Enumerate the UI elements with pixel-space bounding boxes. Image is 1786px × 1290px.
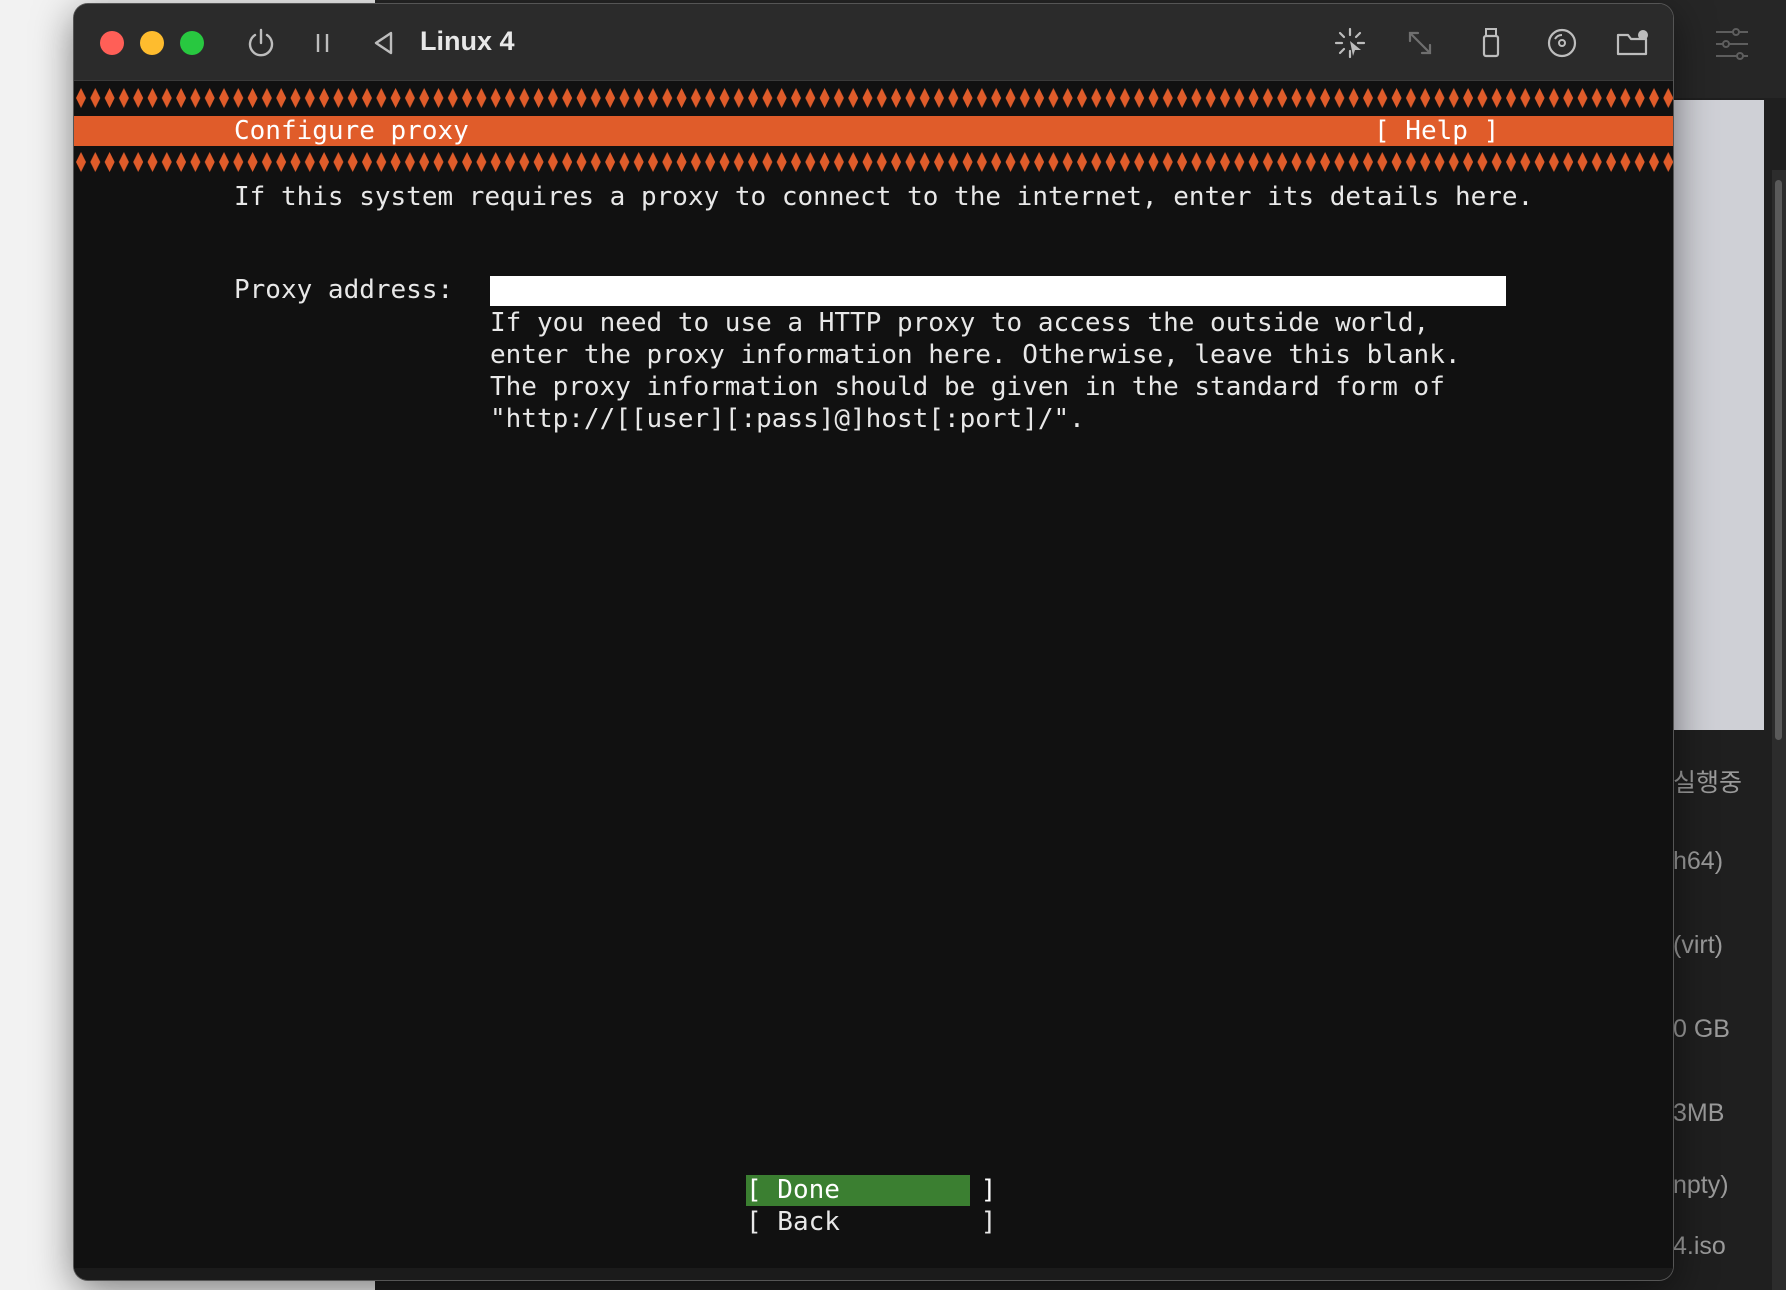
- window-title: Linux 4: [420, 26, 515, 56]
- done-button[interactable]: [ Done ]: [746, 1175, 996, 1206]
- proxy-help-line: enter the proxy information here. Otherw…: [490, 340, 1461, 370]
- window-bottom-edge: [74, 1268, 1673, 1280]
- help-button[interactable]: [ Help ]: [1374, 116, 1499, 146]
- proxy-address-input[interactable]: [490, 276, 1506, 306]
- maximize-window-button[interactable]: [180, 31, 204, 55]
- background-disk-text: 0 GB: [1673, 1015, 1730, 1043]
- back-button[interactable]: [ Back ]: [746, 1207, 996, 1238]
- vm-window: Linux 4 Configure proxy [Help] If this…: [74, 4, 1673, 1280]
- settings-sliders-icon[interactable]: [1714, 24, 1750, 64]
- terminal-screen[interactable]: Configure proxy [ Help ] If this system …: [74, 81, 1673, 1271]
- decorative-diamond-border-bottom: [74, 151, 1673, 173]
- background-status-text: 실행중: [1673, 769, 1743, 797]
- intro-text: If this system requires a proxy to conne…: [234, 182, 1534, 212]
- shared-folder-icon[interactable]: [1615, 26, 1649, 60]
- capture-cursor-icon[interactable]: [1333, 26, 1367, 60]
- proxy-format-line: The proxy information should be given in…: [490, 372, 1445, 402]
- proxy-format-line: "http://[[user][:pass]@]host[:port]/".: [490, 404, 1085, 434]
- close-window-button[interactable]: [100, 31, 124, 55]
- page-title: Configure proxy: [234, 116, 469, 146]
- pause-icon[interactable]: [306, 26, 340, 60]
- window-titlebar: Linux 4: [74, 4, 1673, 81]
- minimize-window-button[interactable]: [140, 31, 164, 55]
- proxy-help-text: If you need to use a HTTP proxy to acces…: [490, 307, 1461, 371]
- proxy-address-label: Proxy address:: [234, 275, 454, 305]
- resize-icon[interactable]: [1403, 26, 1437, 60]
- usb-icon[interactable]: [1474, 26, 1508, 60]
- cd-dvd-icon[interactable]: [1545, 26, 1579, 60]
- background-memory-text: 3MB: [1673, 1099, 1725, 1127]
- background-drive-text: npty): [1673, 1171, 1729, 1199]
- background-scrollbar[interactable]: [1772, 170, 1786, 1290]
- power-icon[interactable]: [244, 26, 278, 60]
- installer-header-bar: Configure proxy [ Help ]: [74, 116, 1673, 146]
- proxy-format-text: The proxy information should be given in…: [490, 371, 1445, 435]
- background-iso-text: 4.iso: [1673, 1232, 1726, 1260]
- background-arch-text: h64): [1673, 847, 1724, 875]
- back-icon[interactable]: [367, 26, 401, 60]
- proxy-help-line: If you need to use a HTTP proxy to acces…: [490, 308, 1430, 338]
- background-machine-text: (virt): [1673, 931, 1723, 959]
- decorative-diamond-border-top: [74, 87, 1673, 109]
